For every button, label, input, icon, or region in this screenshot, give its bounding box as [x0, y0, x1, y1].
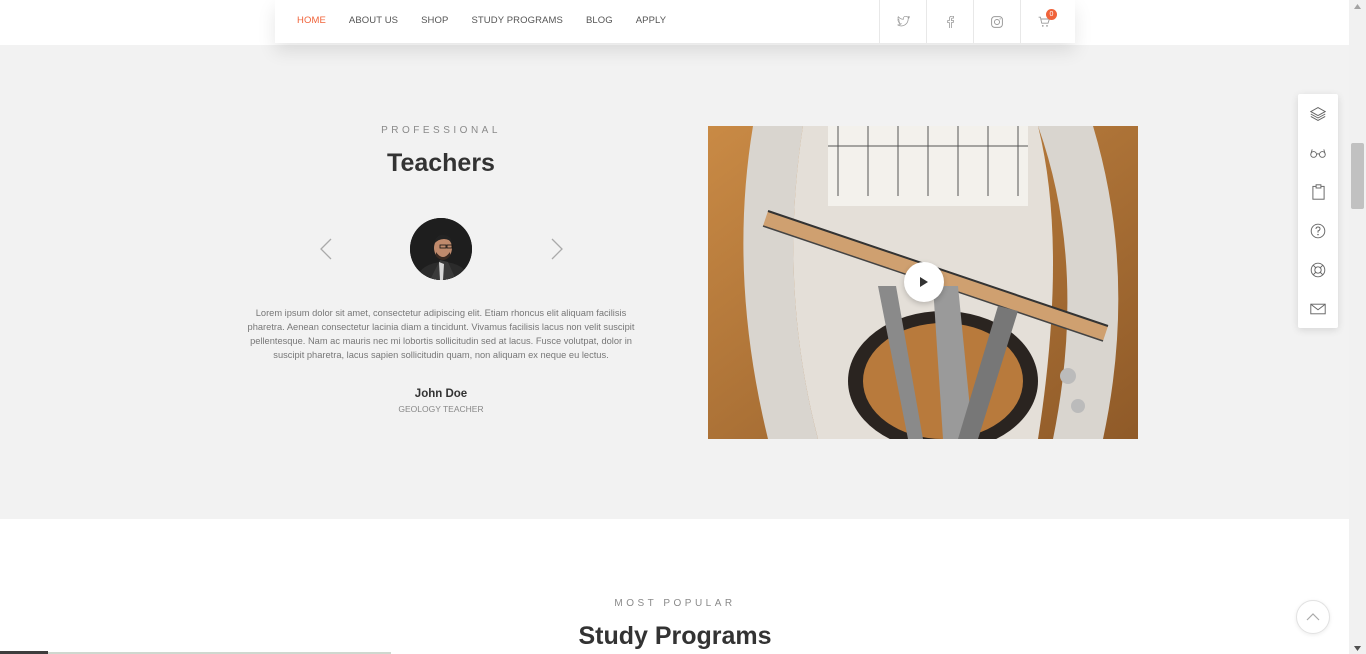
teacher-quote: Lorem ipsum dolor sit amet, consectetur … [247, 308, 635, 360]
nav-item-blog[interactable]: BLOG [586, 15, 613, 26]
teacher-avatar [410, 218, 472, 280]
page: HOME ABOUT US SHOP STUDY PROGRAMS BLOG A… [0, 0, 1349, 654]
question-icon[interactable] [1298, 211, 1338, 250]
popular-eyebrow: MOST POPULAR [614, 598, 736, 609]
nav-menu: HOME ABOUT US SHOP STUDY PROGRAMS BLOG A… [297, 0, 689, 40]
back-to-top-button[interactable] [1296, 600, 1330, 634]
mail-icon[interactable] [1298, 289, 1338, 328]
cart-count-badge: 0 [1046, 9, 1057, 20]
play-video-button[interactable] [904, 262, 944, 302]
teachers-section [0, 45, 1349, 519]
page-scrollbar[interactable] [1349, 0, 1366, 654]
nav-social-icons: 0 [879, 0, 1067, 43]
layers-icon[interactable] [1298, 94, 1338, 133]
instagram-icon[interactable] [973, 0, 1020, 43]
side-toolbar [1298, 94, 1338, 328]
scrollbar-thumb[interactable] [1351, 143, 1364, 209]
clipboard-icon[interactable] [1298, 172, 1338, 211]
teacher-role: GEOLOGY TEACHER [398, 404, 484, 414]
twitter-icon[interactable] [879, 0, 926, 43]
glasses-icon[interactable] [1298, 133, 1338, 172]
teacher-next-arrow-icon[interactable] [547, 236, 567, 262]
nav-item-shop[interactable]: SHOP [421, 15, 448, 26]
teachers-heading: Teachers [387, 149, 495, 177]
nav-item-study-programs[interactable]: STUDY PROGRAMS [471, 15, 563, 26]
nav-item-home[interactable]: HOME [297, 15, 326, 26]
nav-item-apply[interactable]: APPLY [636, 15, 666, 26]
facebook-icon[interactable] [926, 0, 973, 43]
lifebuoy-icon[interactable] [1298, 250, 1338, 289]
nav-item-about-us[interactable]: ABOUT US [349, 15, 398, 26]
scroll-up-arrow-icon[interactable] [1349, 0, 1366, 12]
teachers-eyebrow: PROFESSIONAL [381, 125, 501, 136]
popular-heading: Study Programs [578, 622, 772, 650]
cart-icon[interactable]: 0 [1020, 0, 1067, 43]
navbar: HOME ABOUT US SHOP STUDY PROGRAMS BLOG A… [275, 0, 1075, 43]
scroll-down-arrow-icon[interactable] [1349, 642, 1366, 654]
teacher-prev-arrow-icon[interactable] [316, 236, 336, 262]
teacher-name: John Doe [414, 388, 468, 400]
